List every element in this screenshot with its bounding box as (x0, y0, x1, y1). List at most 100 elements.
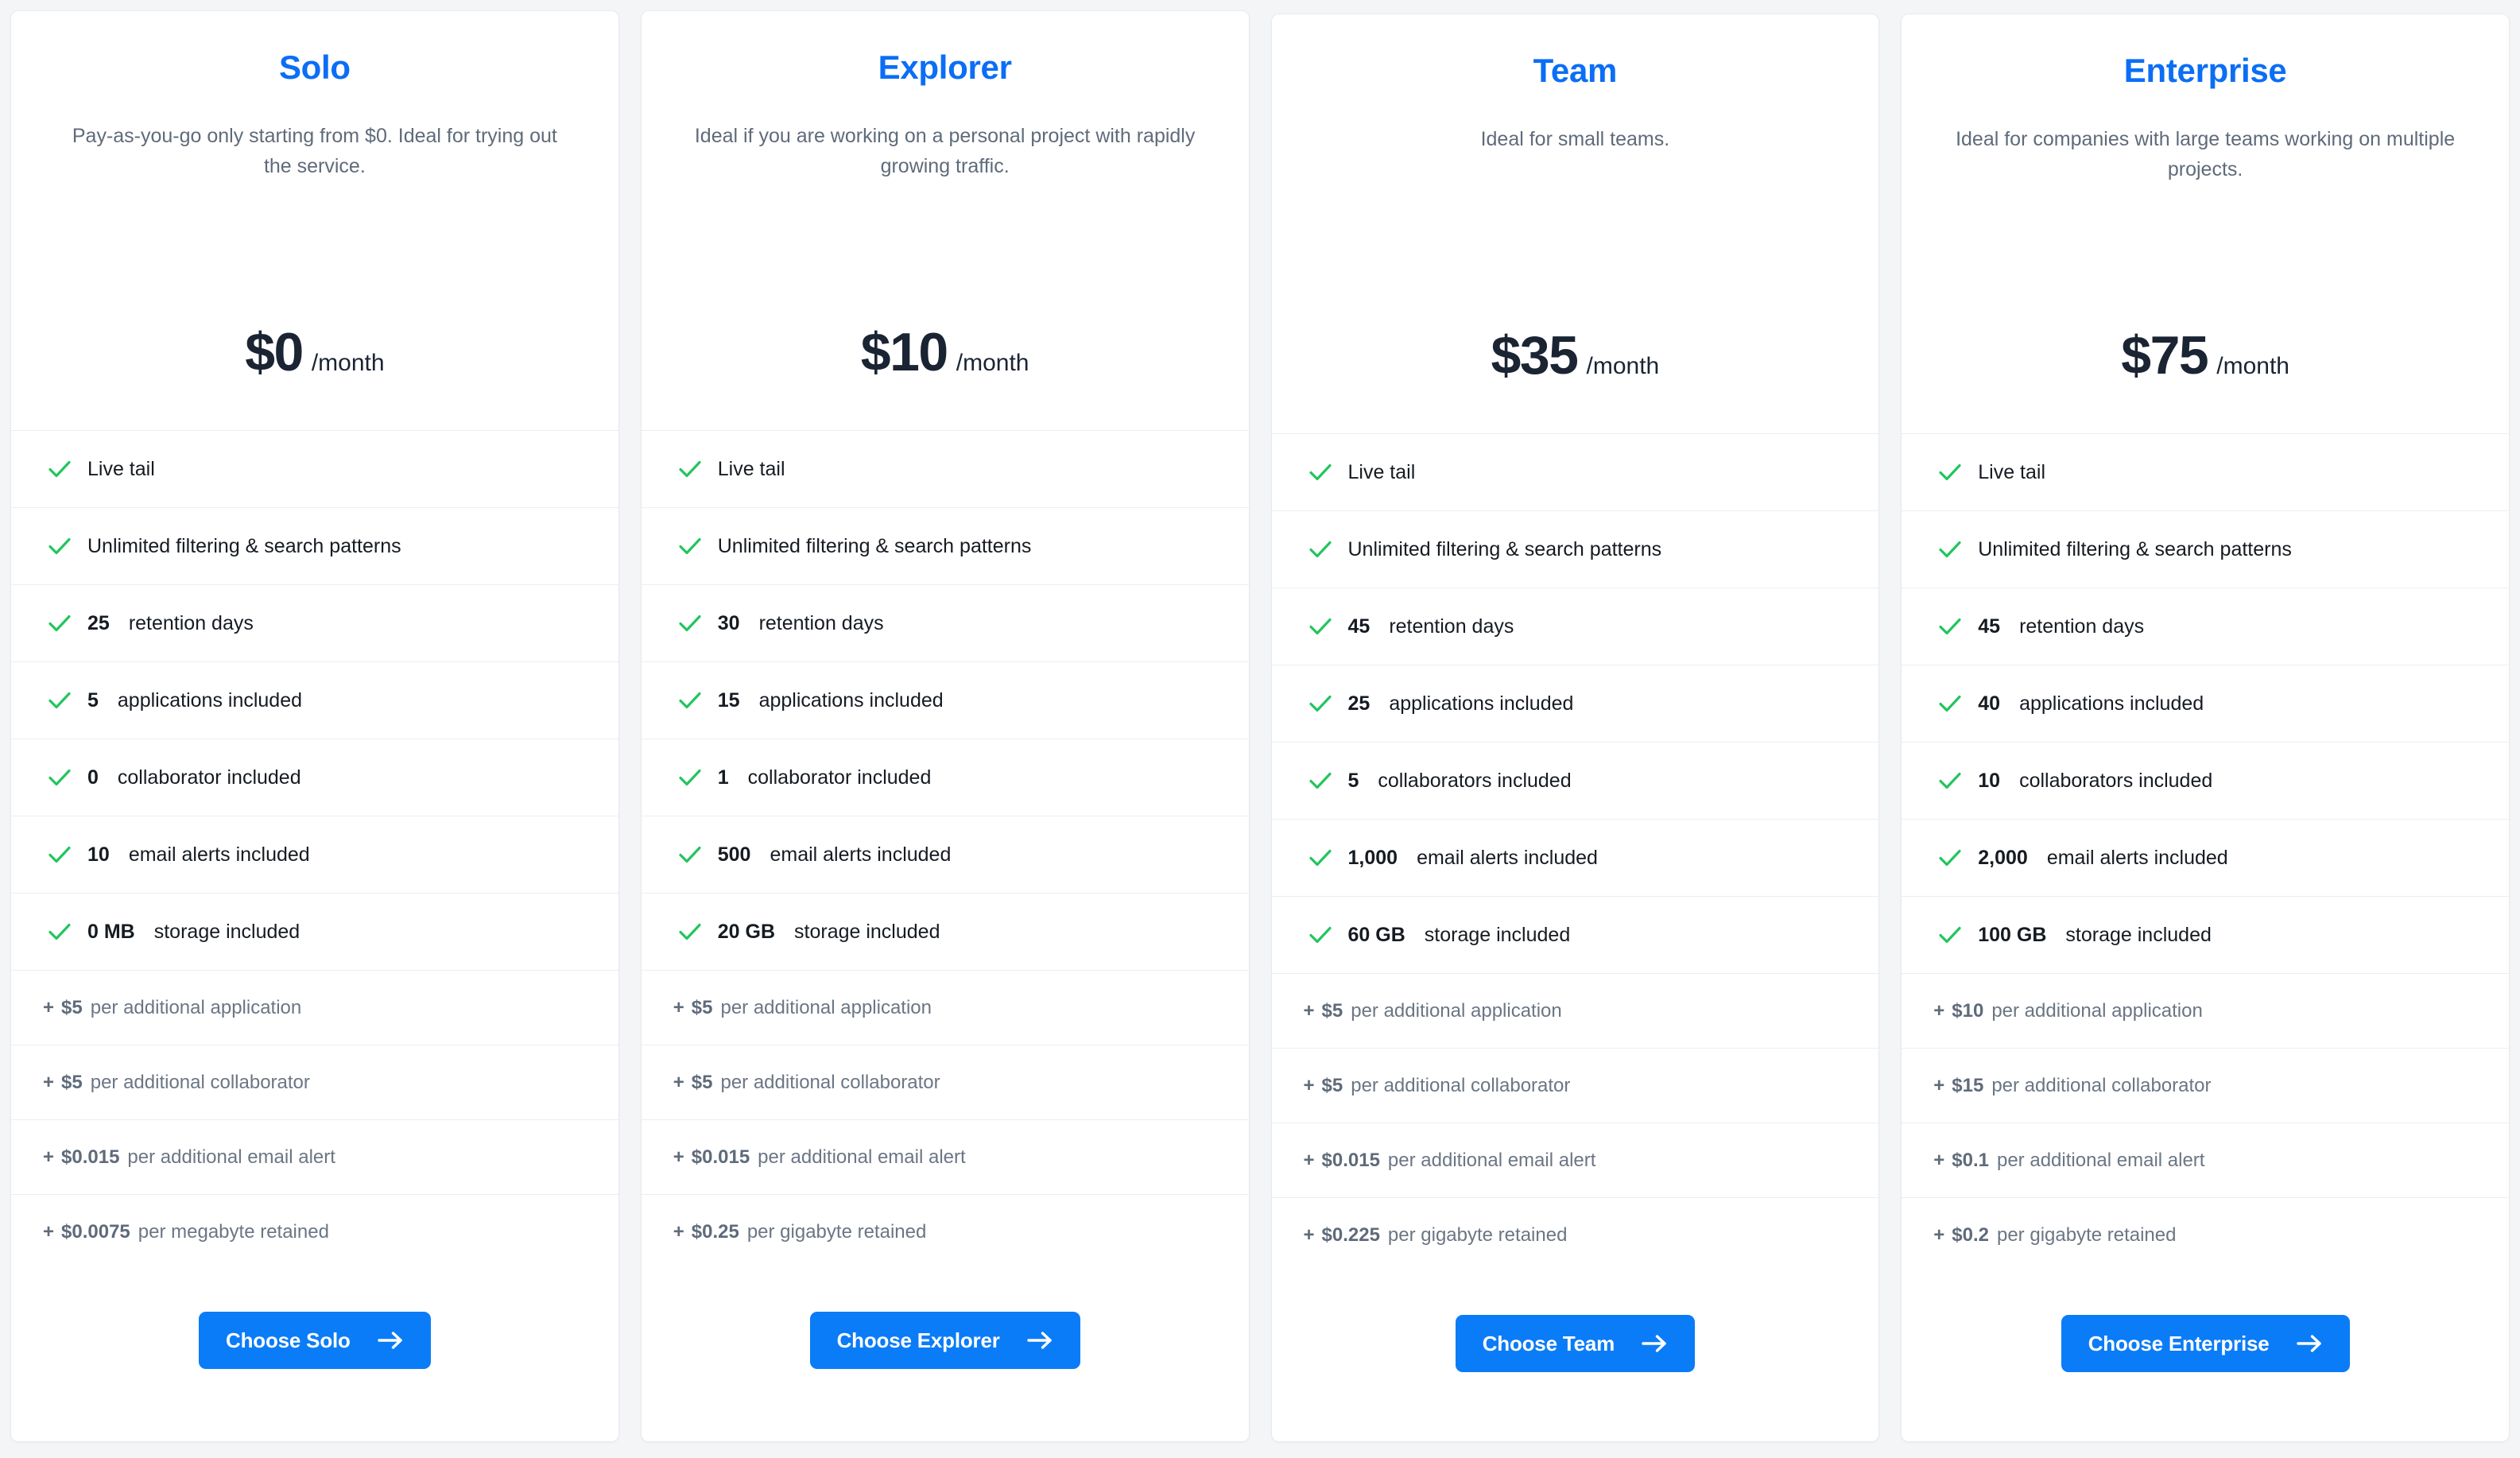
feature-value: 1,000 (1347, 846, 1398, 869)
choose-plan-button[interactable]: Choose Enterprise (2061, 1315, 2350, 1372)
feature-value: 45 (1347, 615, 1370, 638)
feature-label: Unlimited filtering & search patterns (1978, 537, 2292, 560)
plan-price-block: $35 /month (1491, 328, 1660, 382)
pricing-plan-card-solo: Solo Pay-as-you-go only starting from $0… (10, 10, 619, 1442)
plus-sign: + (1303, 1223, 1315, 1246)
metered-price-row: + $0.015 per additional email alert (641, 1119, 1249, 1194)
feature-row: Unlimited filtering & search patterns (11, 507, 618, 584)
choose-plan-button-label: Choose Enterprise (2088, 1331, 2270, 1355)
feature-row: Live tail (1902, 433, 2509, 510)
feature-label: collaborator included (747, 766, 932, 789)
feature-label: storage included (794, 920, 940, 943)
feature-row: 1,000 email alerts included (1271, 819, 1879, 896)
feature-row: 25 retention days (11, 584, 618, 661)
metered-price-row: + $5 per additional collaborator (641, 1045, 1249, 1119)
feature-value: 5 (1347, 769, 1359, 792)
pricing-plan-grid: Solo Pay-as-you-go only starting from $0… (0, 0, 2520, 1458)
choose-plan-button[interactable]: Choose Explorer (809, 1312, 1080, 1369)
choose-plan-button[interactable]: Choose Team (1455, 1315, 1696, 1372)
plan-name: Team (1533, 52, 1618, 89)
feature-label: Live tail (87, 457, 155, 480)
feature-label: Unlimited filtering & search patterns (87, 534, 401, 557)
feature-row: Unlimited filtering & search patterns (1902, 510, 2509, 587)
check-icon (1937, 613, 1964, 640)
pricing-plan-card-enterprise: Enterprise Ideal for companies with larg… (1901, 14, 2510, 1442)
metered-price-row: + $5 per additional application (641, 970, 1249, 1045)
feature-row: 5 collaborators included (1271, 742, 1879, 819)
feature-label: storage included (1424, 923, 1571, 946)
plan-feature-list: Live tail Unlimited filtering & search p… (11, 430, 618, 970)
feature-row: 1 collaborator included (641, 739, 1249, 816)
feature-label: retention days (758, 611, 884, 634)
plan-billing-period: /month (1586, 353, 1660, 379)
check-icon (1307, 536, 1334, 563)
check-icon (1937, 844, 1964, 871)
check-icon (1937, 690, 1964, 717)
feature-row: 45 retention days (1902, 587, 2509, 665)
metered-price-value: $15 (1952, 1074, 1984, 1096)
metered-price-label: per additional application (720, 996, 932, 1018)
feature-label: applications included (758, 688, 944, 712)
feature-row: 40 applications included (1902, 665, 2509, 742)
metered-price-value: $0.015 (61, 1146, 120, 1168)
check-icon (677, 533, 704, 560)
choose-plan-button-label: Choose Solo (226, 1328, 351, 1352)
feature-value: 60 GB (1347, 923, 1405, 946)
feature-value: 5 (87, 688, 99, 712)
plan-billing-period: /month (956, 350, 1029, 376)
check-icon (46, 918, 73, 945)
check-icon (677, 764, 704, 791)
plan-description: Pay-as-you-go only starting from $0. Ide… (72, 125, 557, 178)
metered-price-value: $0.015 (1321, 1149, 1380, 1171)
check-icon (46, 687, 73, 714)
feature-row: 0 collaborator included (11, 739, 618, 816)
metered-price-label: per additional collaborator (90, 1071, 310, 1093)
plus-sign: + (43, 1071, 55, 1093)
metered-price-row: + $0.0075 per megabyte retained (11, 1194, 618, 1269)
feature-row: 30 retention days (641, 584, 1249, 661)
plan-metered-pricing-list: + $10 per additional application + $15 p… (1902, 973, 2509, 1272)
plan-metered-pricing-list: + $5 per additional application + $5 per… (641, 970, 1249, 1269)
plan-description: Ideal for companies with large teams wor… (1956, 128, 2456, 181)
metered-price-value: $0.225 (1321, 1223, 1380, 1246)
feature-label: Unlimited filtering & search patterns (717, 534, 1032, 557)
plus-sign: + (1933, 1223, 1945, 1246)
check-icon (1307, 690, 1334, 717)
feature-value: 25 (87, 611, 110, 634)
plan-cta-area: Choose Explorer (642, 1269, 1249, 1441)
metered-price-label: per additional collaborator (1351, 1074, 1571, 1096)
check-icon (1307, 459, 1334, 486)
check-icon (46, 841, 73, 868)
feature-value: 20 GB (717, 920, 776, 943)
plan-price-block: $0 /month (245, 325, 384, 379)
feature-label: retention days (2019, 615, 2145, 638)
check-icon (677, 456, 704, 483)
metered-price-row: + $0.015 per additional email alert (11, 1119, 618, 1194)
choose-plan-button[interactable]: Choose Solo (199, 1312, 431, 1369)
metered-price-value: $5 (691, 1071, 713, 1093)
feature-value: 1 (717, 766, 729, 789)
metered-price-value: $0.25 (691, 1220, 739, 1243)
arrow-right-icon (2296, 1333, 2323, 1354)
feature-value: 30 (717, 611, 740, 634)
metered-price-value: $5 (1321, 1074, 1343, 1096)
check-icon (677, 687, 704, 714)
metered-price-row: + $15 per additional collaborator (1902, 1048, 2509, 1123)
plan-metered-pricing-list: + $5 per additional application + $5 per… (1271, 973, 1879, 1272)
arrow-right-icon (1026, 1330, 1053, 1351)
feature-label: email alerts included (128, 843, 310, 866)
metered-price-label: per additional application (1351, 999, 1562, 1022)
plan-header: Enterprise Ideal for companies with larg… (1902, 14, 2509, 433)
feature-label: email alerts included (1417, 846, 1598, 869)
feature-label: Live tail (717, 457, 785, 480)
plan-metered-pricing-list: + $5 per additional application + $5 per… (11, 970, 618, 1269)
plus-sign: + (43, 996, 55, 1018)
feature-label: storage included (153, 920, 300, 943)
check-icon (46, 610, 73, 637)
feature-value: 10 (87, 843, 110, 866)
plus-sign: + (1303, 1149, 1315, 1171)
metered-price-label: per additional email alert (127, 1146, 335, 1168)
feature-label: Unlimited filtering & search patterns (1347, 537, 1662, 560)
feature-row: Live tail (1271, 433, 1879, 510)
metered-price-value: $0.0075 (61, 1220, 130, 1243)
